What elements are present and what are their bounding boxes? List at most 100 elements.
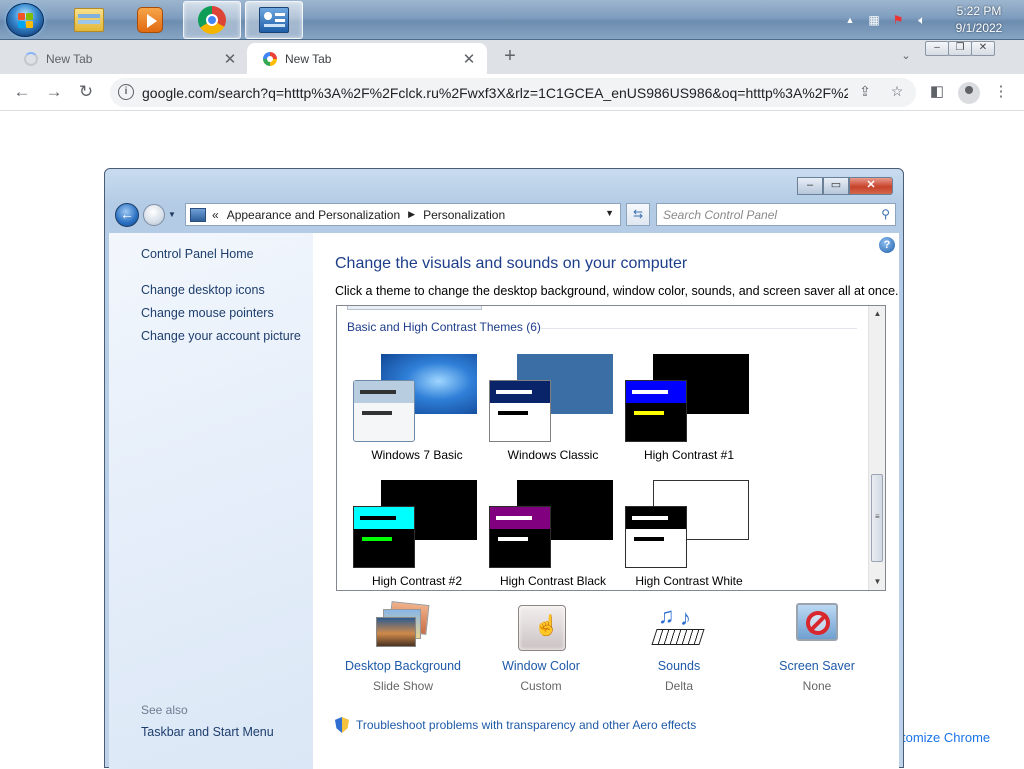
reload-icon[interactable]: ↻ <box>75 82 97 104</box>
desktop-background-icon <box>376 601 430 653</box>
back-arrow-icon[interactable]: ← <box>115 203 139 227</box>
window-color-button[interactable]: ☝ Window Color Custom <box>471 603 611 698</box>
desktop-background-button[interactable]: Desktop Background Slide Show <box>333 601 473 698</box>
theme-title-line <box>632 390 668 394</box>
theme-name: High Contrast #2 <box>371 574 463 588</box>
windows-logo-icon <box>18 13 34 29</box>
breadcrumb-personalization[interactable]: Personalization <box>423 208 505 222</box>
task-pane: Control Panel Home Change desktop icons … <box>109 233 313 769</box>
chrome-menu-icon[interactable]: ⋮ <box>990 82 1012 104</box>
tab-search-chevron-icon[interactable]: ⌄ <box>896 49 916 67</box>
scroll-down-arrow-icon[interactable]: ▼ <box>869 574 885 590</box>
change-mouse-pointers-link[interactable]: Change mouse pointers <box>141 306 274 320</box>
control-panel-window: – ▭ ✕ ← ▼ « Appearance and Personalizati… <box>104 168 904 769</box>
hand-cursor-icon: ☝ <box>534 615 559 637</box>
breadcrumb-appearance[interactable]: Appearance and Personalization <box>227 208 400 222</box>
breadcrumb-overflow[interactable]: « <box>212 208 219 222</box>
recent-pages-chevron-icon[interactable]: ▼ <box>168 210 176 219</box>
screen-saver-button[interactable]: Screen Saver None <box>747 603 887 698</box>
minimize-icon[interactable]: – <box>797 177 823 195</box>
theme-group-label: Basic and High Contrast Themes (6) <box>347 320 541 334</box>
theme-name: High Contrast Black <box>499 574 607 588</box>
sounds-button[interactable]: ♫ ♪ Sounds Delta <box>609 603 749 698</box>
theme-window-preview <box>625 380 687 442</box>
forward-arrow-icon[interactable] <box>143 204 165 226</box>
new-tab-button[interactable]: + <box>498 45 522 69</box>
taskbar-start-menu-link[interactable]: Taskbar and Start Menu <box>141 725 274 739</box>
theme-high-contrast-1[interactable]: High Contrast #1 <box>623 354 758 474</box>
windows-taskbar: ▲ ▦ ⚑ 🔈︎ 5:22 PM 9/1/2022 <box>0 0 1024 40</box>
media-player-icon <box>137 7 163 33</box>
close-icon[interactable]: ✕ <box>849 177 893 195</box>
folder-icon <box>74 8 104 32</box>
profile-avatar-icon[interactable] <box>958 82 980 104</box>
theme-windows-classic[interactable]: Windows Classic <box>487 354 622 474</box>
theme-title-line <box>496 390 532 394</box>
setting-name: Sounds <box>657 659 701 673</box>
scroll-up-arrow-icon[interactable]: ▲ <box>869 306 885 322</box>
restore-icon[interactable]: ❐ <box>948 41 972 56</box>
close-tab-icon[interactable]: ✕ <box>457 50 481 68</box>
share-icon[interactable]: ⇪ <box>856 83 874 101</box>
taskbar-clock[interactable]: 5:22 PM 9/1/2022 <box>934 3 1024 37</box>
theme-name: High Contrast #1 <box>643 448 735 462</box>
address-breadcrumb[interactable]: « Appearance and Personalization ▶ Perso… <box>185 203 621 226</box>
setting-name: Window Color <box>502 659 580 673</box>
customize-chrome-link[interactable]: tomize Chrome <box>902 730 991 745</box>
search-control-panel-input[interactable]: Search Control Panel ⚲ <box>656 203 896 226</box>
taskbar-chrome-button[interactable] <box>183 1 241 39</box>
theme-high-contrast-2[interactable]: High Contrast #2 <box>351 480 486 590</box>
maximize-icon[interactable]: ▭ <box>823 177 849 195</box>
search-icon[interactable]: ⚲ <box>881 207 890 221</box>
setting-value: Custom <box>520 679 562 693</box>
action-center-flag-icon[interactable]: ⚑ <box>889 11 907 29</box>
theme-window-preview <box>353 506 415 568</box>
clock-date: 9/1/2022 <box>955 21 1003 35</box>
scroll-thumb[interactable]: ≡ <box>871 474 883 562</box>
theme-high-contrast-white[interactable]: High Contrast White <box>623 480 758 590</box>
theme-high-contrast-black[interactable]: High Contrast Black <box>487 480 622 590</box>
window-controls: – ▭ ✕ <box>797 177 893 195</box>
troubleshoot-link-text: Troubleshoot problems with transparency … <box>356 718 697 732</box>
close-icon[interactable]: ✕ <box>971 41 995 56</box>
theme-list-scrollbar[interactable]: ▲ ≡ ▼ <box>868 306 885 590</box>
address-bar[interactable]: i google.com/search?q=htttp%3A%2F%2Fclck… <box>110 78 916 107</box>
theme-title-line <box>496 516 532 520</box>
taskbar-control-panel-button[interactable] <box>245 1 303 39</box>
change-account-picture-link[interactable]: Change your account picture <box>141 329 301 343</box>
control-panel-icon <box>190 207 206 222</box>
start-button[interactable] <box>6 3 44 37</box>
taskbar-media-player-button[interactable] <box>121 1 179 39</box>
refresh-icon[interactable]: ⇆ <box>626 203 650 226</box>
tab-new-tab-active[interactable]: New Tab ✕ <box>247 43 487 74</box>
theme-title-line <box>360 390 396 394</box>
forward-arrow-icon[interactable]: → <box>43 82 65 104</box>
show-hidden-icons-icon[interactable]: ▲ <box>841 11 859 29</box>
troubleshoot-aero-link[interactable]: Troubleshoot problems with transparency … <box>335 717 696 733</box>
minimize-icon[interactable]: – <box>925 41 949 56</box>
url-text[interactable]: google.com/search?q=htttp%3A%2F%2Fclck.r… <box>142 85 848 101</box>
chrome-icon <box>198 6 226 34</box>
back-arrow-icon[interactable]: ← <box>11 82 33 104</box>
setting-value: Delta <box>664 679 693 693</box>
taskbar-explorer-button[interactable] <box>60 1 118 39</box>
volume-icon[interactable]: 🔈︎ <box>913 11 931 29</box>
address-dropdown-icon[interactable]: ▼ <box>605 208 614 218</box>
tab-new-tab-loading[interactable]: New Tab ✕ <box>8 43 248 74</box>
theme-name: High Contrast White <box>635 574 743 588</box>
change-desktop-icons-link[interactable]: Change desktop icons <box>141 283 265 297</box>
chrome-toolbar: ← → ↻ i google.com/search?q=htttp%3A%2F%… <box>0 74 1024 111</box>
tab-title: New Tab <box>46 51 93 66</box>
side-panel-icon[interactable]: ◧ <box>926 82 948 104</box>
site-info-icon[interactable]: i <box>118 84 134 100</box>
theme-text-line <box>362 537 392 541</box>
help-icon[interactable]: ? <box>879 237 895 253</box>
theme-title-line <box>360 516 396 520</box>
breadcrumb-separator-icon[interactable]: ▶ <box>408 209 415 220</box>
theme-windows-7-basic[interactable]: Windows 7 Basic <box>351 354 486 474</box>
close-tab-icon[interactable]: ✕ <box>218 50 242 68</box>
bookmark-star-icon[interactable]: ☆ <box>888 83 906 101</box>
control-panel-home-link[interactable]: Control Panel Home <box>141 247 254 261</box>
network-icon[interactable]: ▦ <box>865 11 883 29</box>
theme-name: Windows Classic <box>507 448 599 462</box>
